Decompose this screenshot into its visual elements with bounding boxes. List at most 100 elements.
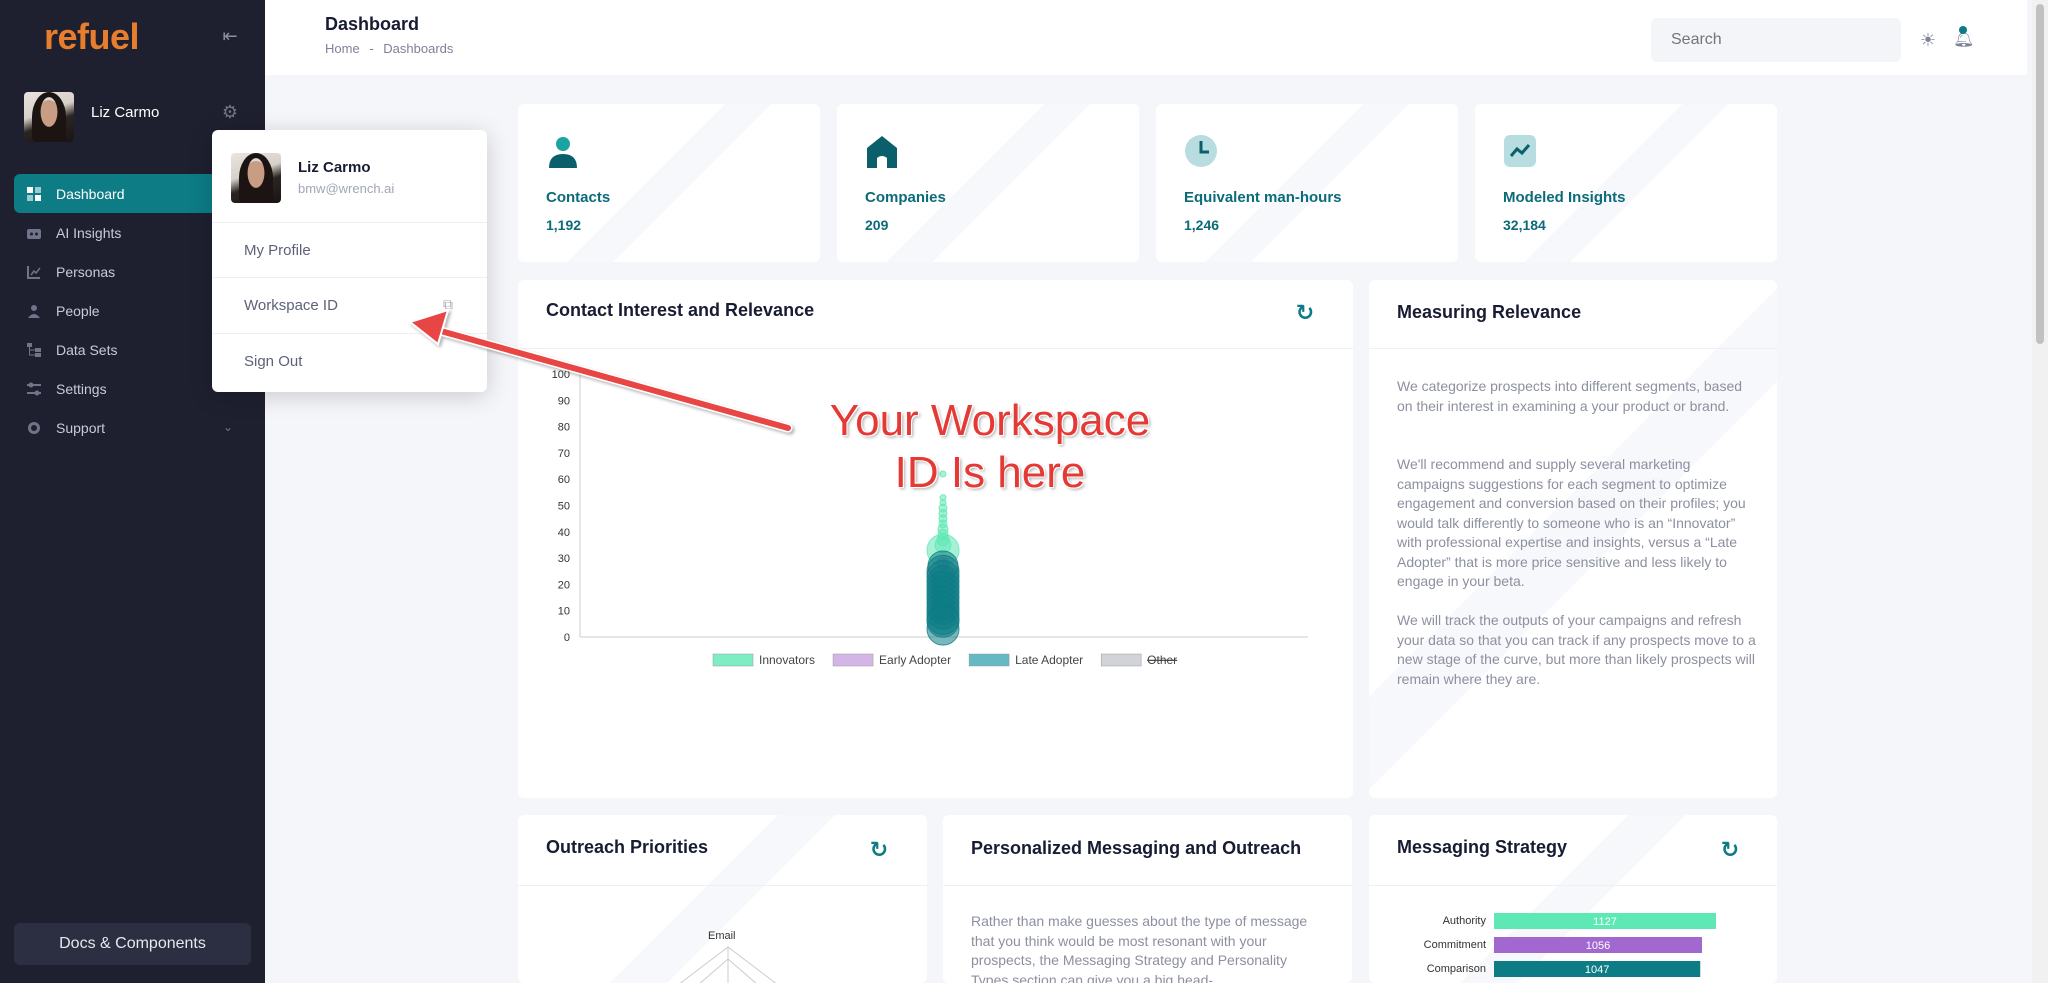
stat-card-modeled-insights[interactable]: Modeled Insights 32,184 xyxy=(1475,104,1777,262)
dropdown-user-name: Liz Carmo xyxy=(298,159,371,176)
legend-label: Innovators xyxy=(759,653,815,667)
app-logo[interactable]: refuel xyxy=(44,16,140,58)
menu-item-label: Sign Out xyxy=(244,353,303,370)
stat-value: 32,184 xyxy=(1503,217,1546,233)
menu-item-my-profile[interactable]: My Profile xyxy=(212,222,487,277)
stat-card-man-hours[interactable]: Equivalent man-hours 1,246 xyxy=(1156,104,1458,262)
legend-swatch xyxy=(712,653,754,667)
sidebar-user[interactable]: Liz Carmo ⚙ xyxy=(24,92,244,142)
sidebar-item-label: AI Insights xyxy=(56,224,122,241)
refresh-icon[interactable]: ↻ xyxy=(868,839,890,861)
sidebar-item-label: People xyxy=(56,302,100,319)
y-tick-label: 30 xyxy=(558,553,570,565)
annotation-line-1: Your Workspace xyxy=(829,396,1151,445)
legend-label: Other xyxy=(1147,653,1177,667)
docs-components-button[interactable]: Docs & Components xyxy=(14,923,251,965)
annotation-text: Your Workspace ID Is here xyxy=(775,395,1205,499)
legend-swatch xyxy=(832,653,874,667)
stat-value: 1,246 xyxy=(1184,217,1220,233)
page-scrollbar[interactable] xyxy=(2032,0,2048,983)
avatar xyxy=(231,153,281,203)
paragraph: Rather than make guesses about the type … xyxy=(971,913,1308,983)
card-divider xyxy=(518,885,927,886)
card-divider xyxy=(1369,348,1777,349)
paragraph: We categorize prospects into different s… xyxy=(1397,378,1743,414)
sidebar-item-support[interactable]: Support ⌄ xyxy=(14,408,251,447)
support-icon xyxy=(26,420,42,436)
notification-dot xyxy=(1959,26,1967,34)
dashboard-icon xyxy=(26,186,42,202)
breadcrumb-separator: - xyxy=(369,41,374,56)
messaging-strategy-chart: Authority 1127 Commitment 1056 Comparison 104… xyxy=(1424,913,1716,977)
y-tick-label: 40 xyxy=(558,527,570,539)
sidebar-item-label: Support xyxy=(56,419,106,436)
radar-chart xyxy=(679,946,777,983)
scroll-thumb[interactable] xyxy=(2036,4,2044,344)
building-icon xyxy=(867,136,897,168)
bar-value-label: 1056 xyxy=(1586,940,1610,952)
stat-label: Contacts xyxy=(546,189,611,206)
card-background xyxy=(1156,104,1458,262)
stat-value: 1,192 xyxy=(546,217,582,233)
card-divider xyxy=(943,885,1352,886)
breadcrumb-dashboards[interactable]: Dashboards xyxy=(383,41,453,56)
scatter-point xyxy=(926,612,960,646)
legend-label: Early Adopter xyxy=(879,653,951,667)
y-tick-label: 20 xyxy=(558,579,570,591)
card-divider xyxy=(1369,885,1777,886)
stat-card-companies[interactable]: Companies 209 xyxy=(837,104,1139,262)
legend-swatch xyxy=(1100,653,1142,667)
card-title: Messaging Strategy xyxy=(1397,837,1568,857)
sidebar-item-label: Data Sets xyxy=(56,341,118,358)
stat-value: 209 xyxy=(865,217,889,233)
paragraph: We will track the outputs of your campai… xyxy=(1397,612,1756,687)
sidebar-item-label: Settings xyxy=(56,380,107,397)
card-title: Personalized Messaging and Outreach xyxy=(971,838,1302,858)
avatar[interactable] xyxy=(24,92,74,142)
menu-item-label: My Profile xyxy=(244,242,311,259)
card-background xyxy=(837,104,1139,262)
gear-icon[interactable]: ⚙ xyxy=(220,102,240,122)
ai-insights-icon xyxy=(26,225,42,241)
radar-axis-label: Email xyxy=(708,930,736,942)
data-sets-icon xyxy=(26,342,42,358)
topbar: Dashboard Home - Dashboards ☀ 🔔︎ xyxy=(265,0,2027,75)
personalized-messaging-card: Personalized Messaging and Outreach Rath… xyxy=(943,815,1352,983)
bar-value-label: 1047 xyxy=(1585,964,1609,976)
sidebar-item-label: Personas xyxy=(56,263,116,280)
stat-card-contacts[interactable]: Contacts 1,192 xyxy=(518,104,820,262)
legend-swatch xyxy=(968,653,1010,667)
paragraph: We'll recommend and supply several marke… xyxy=(1397,456,1746,589)
personas-icon xyxy=(26,264,42,280)
dropdown-user-email: bmw@wrench.ai xyxy=(298,181,395,196)
y-tick-label: 70 xyxy=(558,448,570,460)
search-input[interactable] xyxy=(1651,18,1901,62)
annotation-line-2: ID Is here xyxy=(894,448,1086,497)
annotation-arrow xyxy=(407,308,793,433)
breadcrumb: Home - Dashboards xyxy=(325,41,459,56)
measuring-relevance-card: Measuring Relevance We categorize prospe… xyxy=(1369,280,1777,798)
bar-category-label: Authority xyxy=(1443,915,1487,927)
refresh-icon[interactable]: ↻ xyxy=(1719,839,1741,861)
settings-icon xyxy=(26,381,42,397)
y-tick-label: 60 xyxy=(558,474,570,486)
theme-toggle-icon[interactable]: ☀ xyxy=(1918,30,1938,50)
stat-label: Modeled Insights xyxy=(1503,189,1626,206)
page-title: Dashboard xyxy=(325,14,420,34)
contact-icon xyxy=(549,137,577,168)
user-name: Liz Carmo xyxy=(91,104,160,121)
sidebar-item-label: Dashboard xyxy=(56,185,125,202)
bar-category-label: Commitment xyxy=(1424,939,1486,951)
breadcrumb-home[interactable]: Home xyxy=(325,41,360,56)
y-tick-label: 10 xyxy=(558,606,570,618)
clock-icon xyxy=(1185,135,1217,167)
people-icon xyxy=(26,303,42,319)
menu-item-label: Workspace ID xyxy=(244,297,338,314)
bar-value-label: 1127 xyxy=(1593,916,1617,928)
collapse-sidebar-icon[interactable]: ⇤ xyxy=(220,26,240,46)
refresh-icon[interactable]: ↻ xyxy=(1294,302,1316,324)
legend-label: Late Adopter xyxy=(1015,653,1083,667)
y-tick-label: 0 xyxy=(564,632,570,644)
y-tick-label: 50 xyxy=(558,501,570,513)
bar-category-label: Comparison xyxy=(1427,963,1486,975)
